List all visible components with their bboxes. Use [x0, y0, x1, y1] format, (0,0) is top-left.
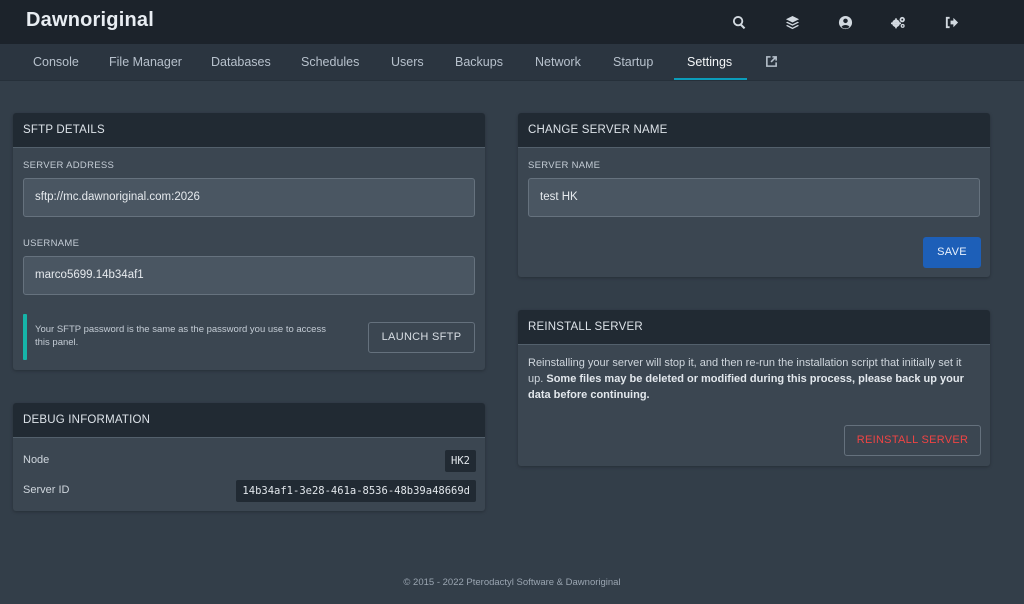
- username-field[interactable]: marco5699.14b34af1: [23, 256, 475, 295]
- tab-schedules[interactable]: Schedules: [301, 44, 359, 81]
- node-value: HK2: [445, 450, 476, 472]
- layers-icon[interactable]: [766, 0, 819, 44]
- reinstall-server-card: REINSTALL SERVER Reinstalling your serve…: [518, 310, 990, 466]
- save-button[interactable]: SAVE: [923, 237, 981, 268]
- sftp-details-title: SFTP DETAILS: [13, 113, 485, 148]
- search-icon[interactable]: [713, 0, 766, 44]
- top-icon-group: [713, 0, 978, 44]
- sftp-password-note: Your SFTP password is the same as the pa…: [35, 324, 326, 348]
- tab-network[interactable]: Network: [535, 44, 581, 81]
- username-label: USERNAME: [23, 238, 80, 249]
- tab-users[interactable]: Users: [391, 44, 424, 81]
- server-name-label: SERVER NAME: [528, 160, 601, 171]
- tab-console[interactable]: Console: [33, 44, 79, 81]
- debug-info-title: DEBUG INFORMATION: [13, 403, 485, 438]
- debug-info-card: DEBUG INFORMATION Node HK2 Server ID 14b…: [13, 403, 485, 511]
- sftp-details-card: SFTP DETAILS SERVER ADDRESS sftp://mc.da…: [13, 113, 485, 370]
- reinstall-warning-text: Some files may be deleted or modified du…: [528, 373, 964, 401]
- tab-settings[interactable]: Settings: [687, 44, 732, 81]
- tab-backups[interactable]: Backups: [455, 44, 503, 81]
- tab-file-manager[interactable]: File Manager: [109, 44, 182, 81]
- top-bar: Dawnoriginal: [0, 0, 1024, 44]
- user-circle-icon[interactable]: [819, 0, 872, 44]
- server-id-label: Server ID: [23, 484, 70, 496]
- active-tab-indicator: [674, 78, 747, 80]
- launch-sftp-button[interactable]: LAUNCH SFTP: [368, 322, 475, 353]
- server-id-value: 14b34af1-3e28-461a-8536-48b39a48669d: [236, 480, 476, 502]
- footer-copyright: © 2015 - 2022 Pterodactyl Software & Daw…: [403, 577, 621, 588]
- change-server-name-card: CHANGE SERVER NAME SERVER NAME test HK S…: [518, 113, 990, 277]
- server-address-field[interactable]: sftp://mc.dawnoriginal.com:2026: [23, 178, 475, 217]
- sign-out-icon[interactable]: [925, 0, 978, 44]
- node-label: Node: [23, 454, 50, 466]
- tab-startup[interactable]: Startup: [613, 44, 653, 81]
- tab-databases[interactable]: Databases: [211, 44, 271, 81]
- external-link-icon[interactable]: [765, 55, 778, 68]
- gears-icon[interactable]: [872, 0, 925, 44]
- reinstall-description: Reinstalling your server will stop it, a…: [528, 355, 978, 403]
- note-accent-bar: [23, 314, 27, 360]
- server-nav: Console File Manager Databases Schedules…: [0, 44, 1024, 81]
- brand-name[interactable]: Dawnoriginal: [26, 9, 154, 32]
- server-address-label: SERVER ADDRESS: [23, 160, 115, 171]
- reinstall-server-title: REINSTALL SERVER: [518, 310, 990, 345]
- change-server-name-title: CHANGE SERVER NAME: [518, 113, 990, 148]
- reinstall-server-button[interactable]: REINSTALL SERVER: [844, 425, 981, 456]
- server-name-input[interactable]: test HK: [528, 178, 980, 217]
